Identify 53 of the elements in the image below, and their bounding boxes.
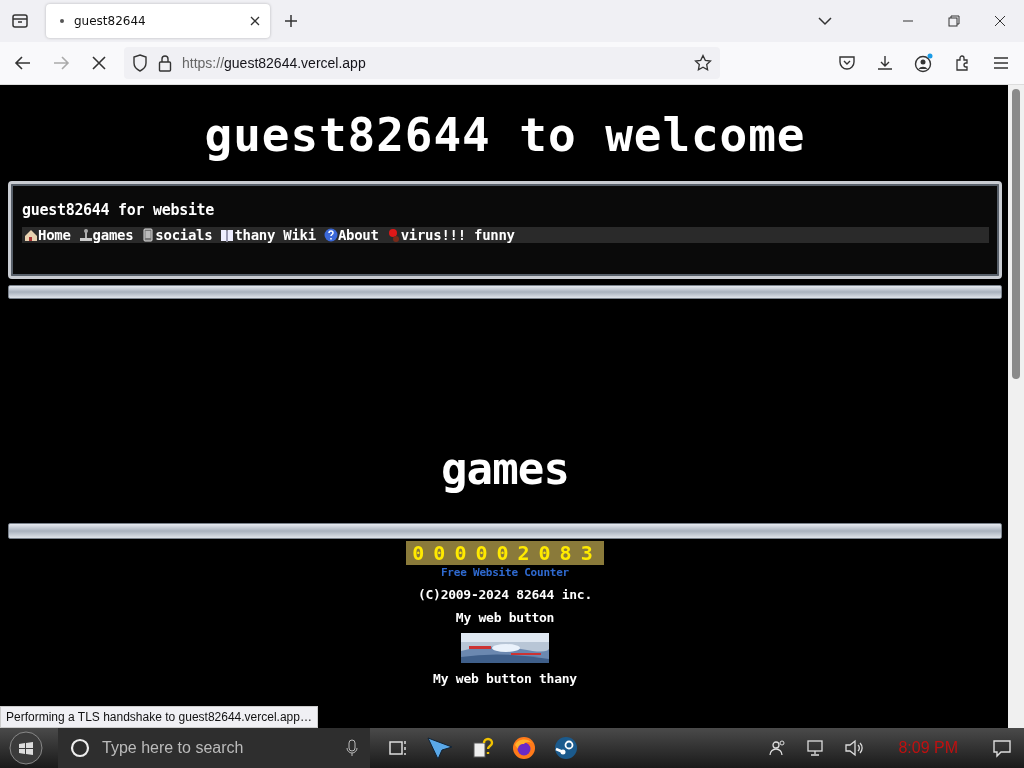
section-heading: games xyxy=(440,442,570,496)
back-icon[interactable] xyxy=(14,54,32,72)
help-icon xyxy=(323,228,338,242)
loading-dot-icon xyxy=(60,19,64,23)
lock-icon xyxy=(158,54,172,72)
book-icon xyxy=(220,228,235,242)
url-text: https://guest82644.vercel.app xyxy=(182,55,366,71)
nav-link[interactable]: About xyxy=(323,227,379,243)
nav-link[interactable]: virus!!! funny xyxy=(386,227,515,243)
web-button-caption: My web button thany xyxy=(433,671,577,686)
close-icon[interactable] xyxy=(250,16,260,26)
restore-icon[interactable] xyxy=(948,15,960,27)
menu-icon[interactable] xyxy=(992,54,1010,72)
pocket-icon[interactable] xyxy=(838,54,856,72)
stop-icon[interactable] xyxy=(90,54,108,72)
house-icon xyxy=(24,228,38,242)
tab-title: guest82644 xyxy=(74,14,147,28)
chevron-down-icon[interactable] xyxy=(818,14,832,28)
search-input[interactable]: Type here to search xyxy=(100,738,336,758)
counter-link[interactable]: Free Website Counter xyxy=(440,566,570,579)
firefox-icon[interactable] xyxy=(512,736,536,760)
phone-icon xyxy=(141,228,156,242)
scrollbar[interactable] xyxy=(1008,85,1024,728)
close-icon[interactable] xyxy=(994,15,1006,27)
address-bar[interactable]: https://guest82644.vercel.app xyxy=(124,47,720,79)
nav-link[interactable]: thany Wiki xyxy=(220,227,316,243)
start-button[interactable] xyxy=(8,730,44,766)
status-tooltip: Performing a TLS handshake to guest82644.vercel.app… xyxy=(0,706,318,728)
joystick-icon xyxy=(78,228,93,242)
microphone-icon[interactable] xyxy=(346,739,358,757)
cortana-icon[interactable] xyxy=(70,738,90,758)
shield-icon[interactable] xyxy=(132,54,148,72)
visit-counter: 000002083 xyxy=(406,541,604,565)
copyright-text: (C)2009-2024 82644 inc. xyxy=(417,587,592,602)
panel-title: guest82644 for website xyxy=(22,201,215,219)
nav-link[interactable]: socials xyxy=(141,227,213,243)
steam-icon[interactable] xyxy=(554,736,578,760)
search-field[interactable]: Type here to search xyxy=(58,728,370,768)
nav-link[interactable]: games xyxy=(78,227,134,243)
download-icon[interactable] xyxy=(876,54,894,72)
browser-tab[interactable]: guest82644 xyxy=(46,4,270,38)
page-heading: guest82644 to welcome xyxy=(204,107,806,164)
nav-link[interactable]: Home xyxy=(24,227,71,243)
virus-icon xyxy=(386,228,401,242)
star-icon[interactable] xyxy=(694,54,712,72)
web-button-label: My web button xyxy=(455,610,555,625)
scrollbar-thumb[interactable] xyxy=(1012,89,1020,379)
account-icon[interactable] xyxy=(914,53,934,73)
tab-list-icon[interactable] xyxy=(10,11,30,31)
help-document-icon[interactable] xyxy=(472,737,494,759)
notification-icon[interactable] xyxy=(992,738,1012,758)
volume-icon[interactable] xyxy=(844,738,865,758)
task-view-icon[interactable] xyxy=(388,738,408,758)
